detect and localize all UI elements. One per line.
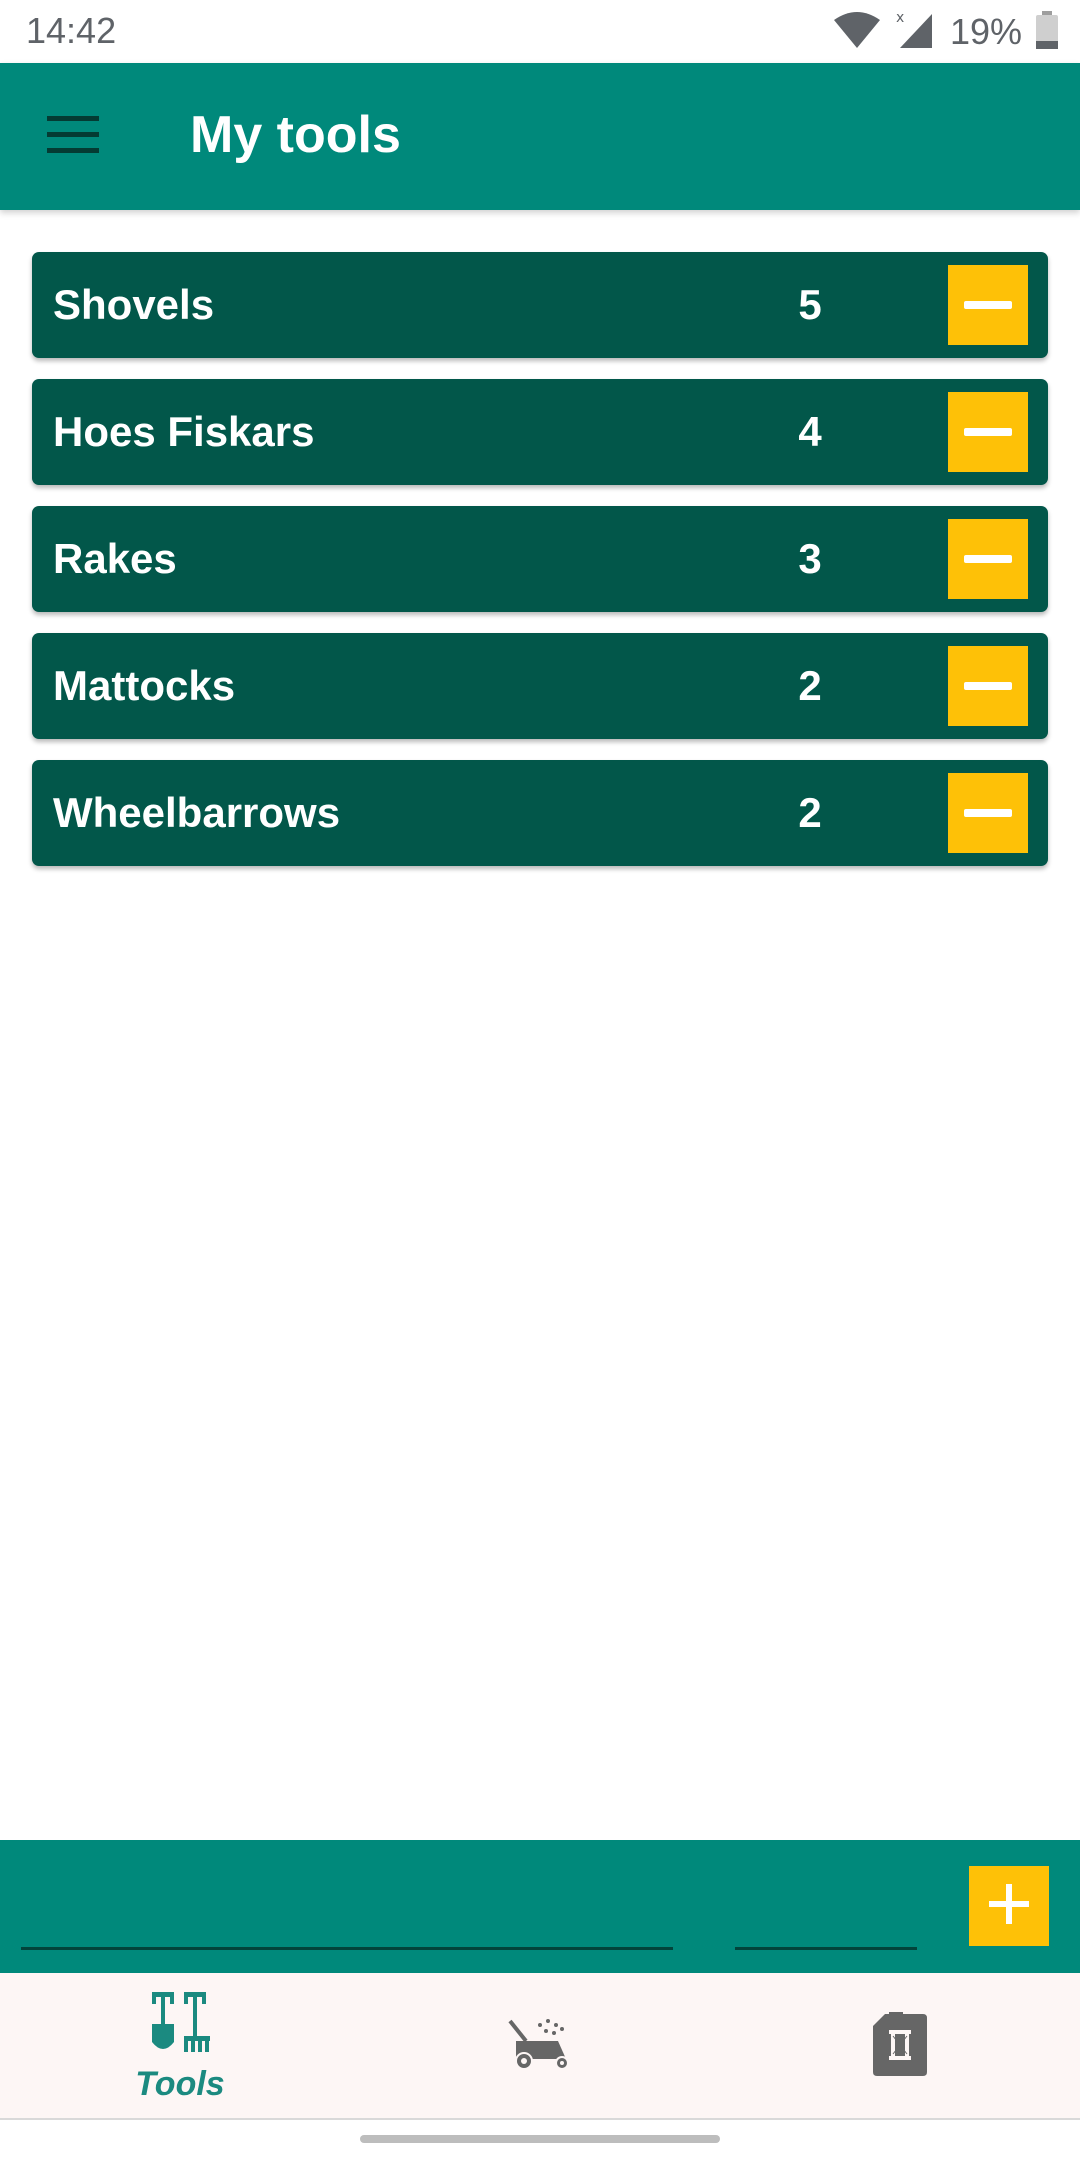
decrement-button[interactable] (948, 392, 1028, 472)
status-time: 14:42 (26, 10, 117, 51)
tool-name-input[interactable] (21, 1870, 673, 1950)
signal-icon: x (896, 10, 936, 55)
tool-count: 5 (798, 281, 822, 328)
minus-icon (964, 428, 1012, 436)
tool-name: Shovels (53, 281, 215, 328)
tool-name: Mattocks (53, 662, 236, 709)
tool-count: 4 (798, 408, 822, 455)
nav-label-tools: Tools (135, 2064, 225, 2103)
list-item: Mattocks 2 (32, 633, 1048, 739)
svg-text:x: x (896, 10, 904, 26)
minus-icon (964, 682, 1012, 690)
nav-item-lawn-mower[interactable] (360, 1973, 720, 2120)
tool-count-input[interactable] (735, 1870, 917, 1950)
list-item: Hoes Fiskars 4 (32, 379, 1048, 485)
tool-name: Wheelbarrows (53, 789, 341, 836)
decrement-button[interactable] (948, 265, 1028, 345)
minus-icon (964, 555, 1012, 563)
decrement-button[interactable] (948, 519, 1028, 599)
bottom-navigation: Tools (0, 1973, 1080, 2120)
home-indicator[interactable] (360, 2135, 720, 2143)
status-icons: x 19% (832, 10, 1058, 54)
status-bar: 14:42 x 19% (0, 0, 1080, 63)
decrement-button[interactable] (948, 646, 1028, 726)
nav-item-fuel[interactable] (720, 1973, 1080, 2120)
wifi-icon (832, 10, 882, 55)
tool-name: Hoes Fiskars (53, 408, 315, 455)
tool-count: 2 (798, 789, 822, 836)
decrement-button[interactable] (948, 773, 1028, 853)
tool-name: Rakes (53, 535, 177, 582)
battery-icon (1036, 10, 1058, 54)
minus-icon (964, 301, 1012, 309)
fuel-canister-icon (871, 2012, 929, 2081)
list-item: Shovels 5 (32, 252, 1048, 358)
tool-count: 3 (798, 535, 822, 582)
add-tool-button[interactable] (969, 1866, 1049, 1946)
nav-item-tools[interactable]: Tools (0, 1973, 360, 2120)
menu-button[interactable] (30, 103, 116, 171)
shovel-rake-icon (148, 1990, 212, 2063)
battery-percent: 19% (949, 11, 1022, 52)
list-item: Wheelbarrows 2 (32, 760, 1048, 866)
lawn-mower-icon (506, 2015, 574, 2078)
tool-list: Shovels 5 Hoes Fiskars 4 Rakes 3 Mattock… (32, 252, 1048, 887)
hamburger-menu-icon (47, 115, 99, 159)
list-item: Rakes 3 (32, 506, 1048, 612)
tool-count: 2 (798, 662, 822, 709)
minus-icon (964, 809, 1012, 817)
plus-icon (987, 1882, 1031, 1931)
app-bar: My tools (0, 63, 1080, 210)
page-title: My tools (190, 106, 401, 164)
